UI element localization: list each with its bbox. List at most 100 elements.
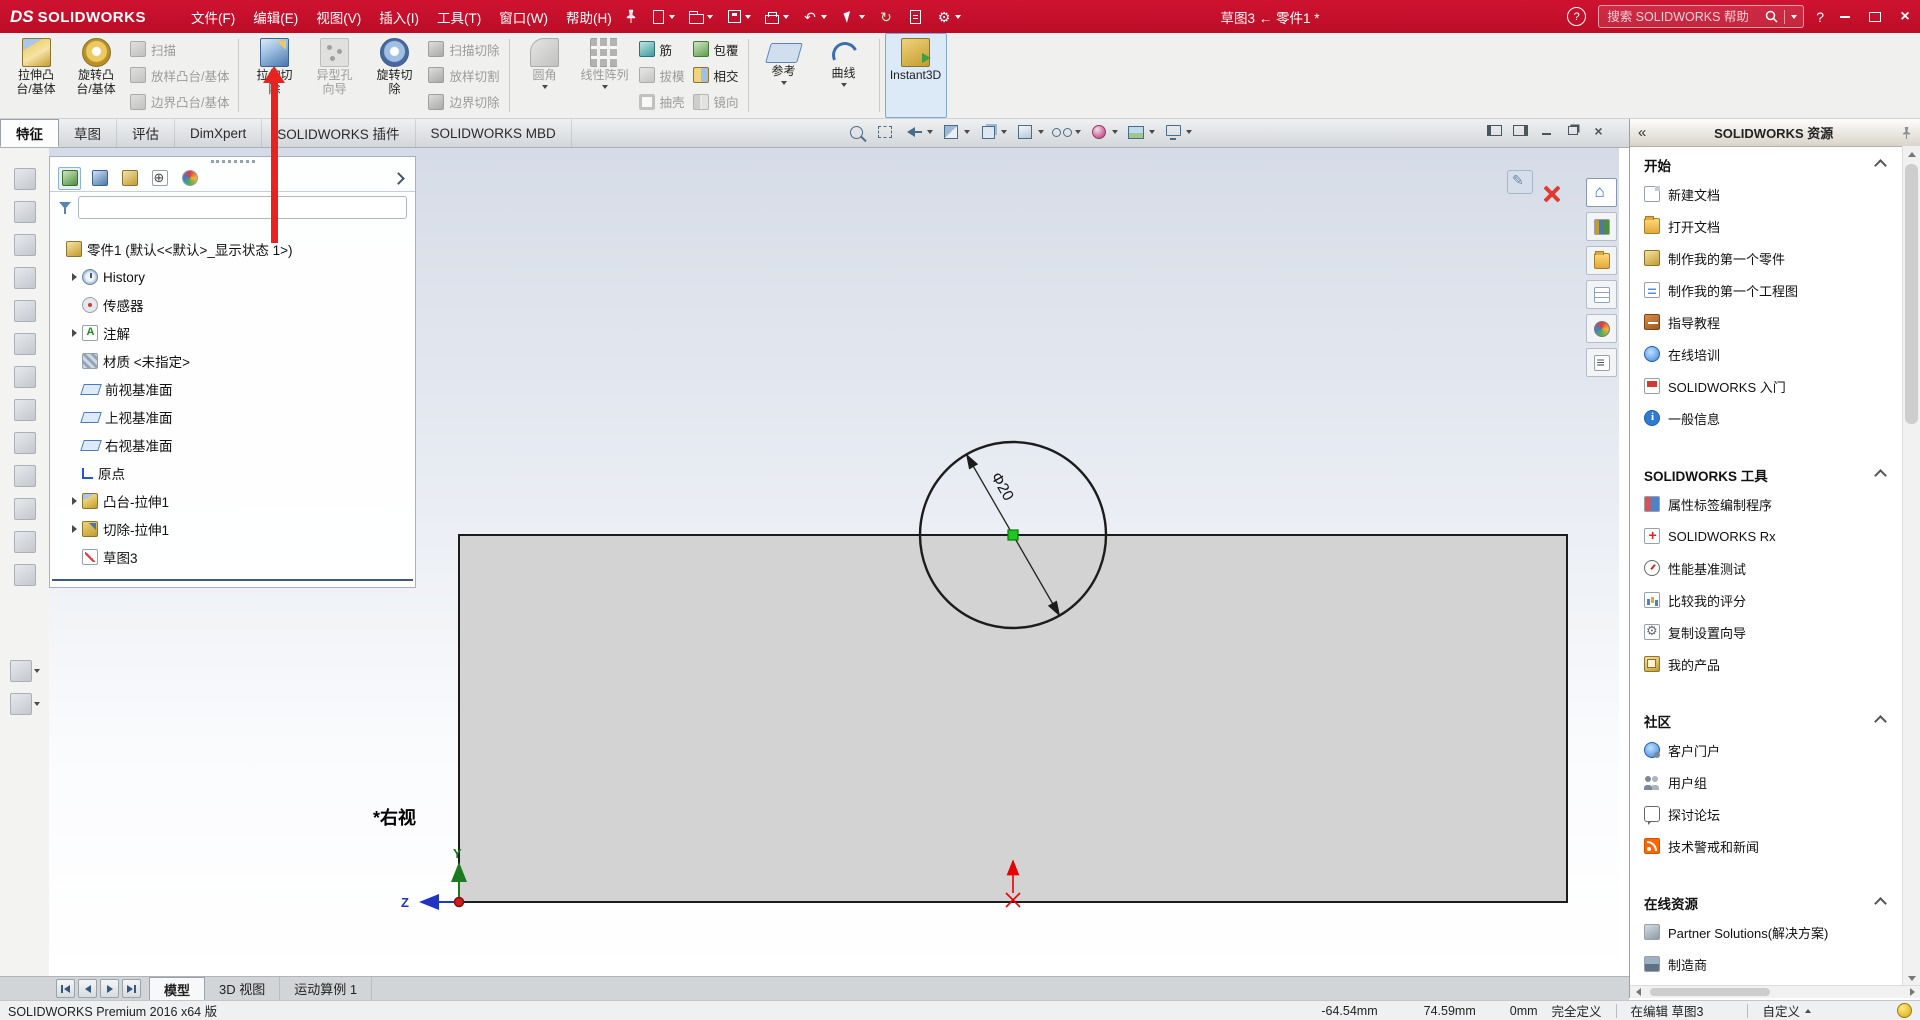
rollback-bar[interactable] [52, 579, 413, 581]
revolved-cut-button[interactable]: 旋转切除 [364, 33, 424, 118]
ribbon-small-button[interactable]: 扫描切除 [428, 37, 500, 61]
resource-link[interactable]: 制作我的第一个工程图 [1630, 274, 1903, 306]
extruded-cut-button[interactable]: 拉伸切除 [244, 33, 304, 118]
tree-item[interactable]: History [50, 263, 415, 291]
hud-button[interactable] [940, 122, 970, 142]
quick-tips-icon[interactable] [1897, 1003, 1912, 1018]
resource-link[interactable]: 制造商 [1630, 948, 1903, 980]
swept-cut-small-icon[interactable] [13, 432, 36, 454]
resource-link[interactable]: 指导教程 [1630, 306, 1903, 338]
doc-minimize-icon[interactable] [1539, 124, 1554, 137]
quick-access-button[interactable] [762, 7, 791, 27]
hud-button[interactable] [1051, 122, 1081, 142]
task-pane-tab[interactable] [1586, 280, 1617, 309]
chevron-down-icon[interactable] [1791, 14, 1798, 19]
tree-item[interactable]: 前视基准面 [50, 375, 415, 403]
custom-status-button[interactable]: 自定义 [1762, 1001, 1811, 1020]
ribbon-small-button[interactable]: 扫描 [130, 37, 229, 61]
quick-access-button[interactable] [648, 7, 677, 27]
revolve-boss-small-icon[interactable] [13, 201, 36, 223]
ribbon-tab[interactable]: SOLIDWORKS 插件 [262, 119, 416, 147]
scroll-up-icon[interactable] [1903, 146, 1920, 162]
ribbon-tab[interactable]: 特征 [0, 119, 59, 147]
scrollbar-thumb[interactable] [1650, 988, 1770, 996]
ribbon-small-button[interactable]: 包覆 [692, 37, 739, 61]
hud-button[interactable] [1014, 122, 1044, 142]
menu-item[interactable]: 插入(I) [370, 2, 428, 32]
cancel-sketch-icon[interactable] [1541, 184, 1561, 204]
fillet-button[interactable]: 圆角 [515, 33, 575, 118]
filter-funnel-icon[interactable] [58, 201, 72, 215]
part-face[interactable] [458, 534, 1568, 903]
hole-wizard-small-icon[interactable] [13, 366, 36, 388]
menu-item[interactable]: 视图(V) [307, 2, 370, 32]
tree-item[interactable]: 材质 <未指定> [50, 347, 415, 375]
collapse-chevron-icon[interactable]: « [1638, 125, 1646, 140]
menu-item[interactable]: 工具(T) [428, 2, 490, 32]
left-toolbar-flyout[interactable] [9, 660, 40, 682]
hud-button[interactable] [1125, 122, 1155, 142]
resource-link[interactable]: 客户门户 [1630, 734, 1903, 766]
help-circle-icon[interactable]: ? [1567, 7, 1587, 26]
expand-panel-icon[interactable] [392, 171, 405, 185]
resource-link[interactable]: 用户组 [1630, 766, 1903, 798]
ribbon-tab[interactable]: 评估 [117, 119, 175, 147]
ribbon-small-button[interactable]: 放样凸台/基体 [130, 63, 229, 87]
quick-access-button[interactable] [905, 7, 925, 27]
expand-arrow-icon[interactable] [72, 497, 77, 505]
ribbon-tab[interactable]: DimXpert [175, 119, 263, 147]
quick-access-button[interactable] [724, 7, 753, 27]
document-tab[interactable]: 3D 视图 [205, 977, 281, 1000]
doc-close-icon[interactable]: × [1591, 123, 1606, 139]
displaymanager-tab[interactable] [178, 167, 201, 190]
scroll-right-icon[interactable] [1904, 986, 1920, 998]
fillet-small-icon[interactable] [13, 531, 36, 553]
linear-pattern-button[interactable]: 线性阵列 [575, 33, 635, 118]
tree-item[interactable]: 凸台-拉伸1 [50, 487, 415, 515]
task-pane-tab[interactable] [1586, 212, 1617, 241]
menu-item[interactable]: 帮助(H) [557, 2, 621, 32]
vertical-scrollbar[interactable] [1902, 146, 1920, 986]
left-toolbar-flyout[interactable] [9, 693, 40, 715]
scroll-prev-icon[interactable] [78, 979, 97, 998]
scrollbar-thumb[interactable] [1905, 164, 1918, 424]
tree-item[interactable]: 传感器 [50, 291, 415, 319]
section-header[interactable]: 开始 [1630, 152, 1903, 178]
ribbon-tab[interactable]: SOLIDWORKS MBD [416, 119, 572, 147]
ribbon-small-button[interactable]: 拔模 [638, 63, 685, 87]
task-pane-tab[interactable] [1586, 314, 1617, 343]
boundary-small-icon[interactable] [13, 300, 36, 322]
configurationmanager-tab[interactable] [118, 167, 141, 190]
resource-link[interactable]: 探讨论坛 [1630, 798, 1903, 830]
ribbon-small-button[interactable]: 筋 [638, 37, 685, 61]
ribbon-small-button[interactable]: 抽壳 [638, 90, 685, 114]
panel-grip[interactable] [210, 160, 255, 163]
maximize-button[interactable] [1866, 8, 1884, 26]
resource-link[interactable]: 属性标签编制程序 [1630, 488, 1903, 520]
section-header[interactable]: SOLIDWORKS 工具 [1630, 462, 1903, 488]
menu-item[interactable]: 窗口(W) [490, 2, 557, 32]
resource-link[interactable]: 制作我的第一个零件 [1630, 242, 1903, 274]
tree-item[interactable]: 上视基准面 [50, 403, 415, 431]
resource-link[interactable]: SOLIDWORKS Rx [1630, 520, 1903, 552]
search-icon[interactable] [1765, 10, 1778, 23]
dimxpertmanager-tab[interactable] [148, 167, 171, 190]
scroll-next-icon[interactable] [100, 979, 119, 998]
document-tab[interactable]: 模型 [149, 977, 206, 1000]
propertymanager-tab[interactable] [88, 167, 111, 190]
tree-item[interactable]: 注解 [50, 319, 415, 347]
help-search-box[interactable] [1598, 5, 1805, 28]
resource-link[interactable]: 一般信息 [1630, 402, 1903, 434]
quick-access-button[interactable] [876, 7, 896, 27]
revolved-cut-small-icon[interactable] [13, 399, 36, 421]
menu-item[interactable]: 编辑(E) [244, 2, 307, 32]
resource-link[interactable]: 性能基准测试 [1630, 552, 1903, 584]
featuremanager-tab[interactable] [58, 166, 81, 190]
resource-link[interactable]: 比较我的评分 [1630, 584, 1903, 616]
extrude-boss-small-icon[interactable] [13, 168, 36, 190]
scroll-left-icon[interactable] [1630, 986, 1646, 998]
help-search-input[interactable] [1605, 8, 1760, 25]
ribbon-small-button[interactable]: 边界切除 [428, 90, 500, 114]
hud-button[interactable] [845, 122, 867, 142]
minimize-button[interactable] [1836, 8, 1854, 26]
